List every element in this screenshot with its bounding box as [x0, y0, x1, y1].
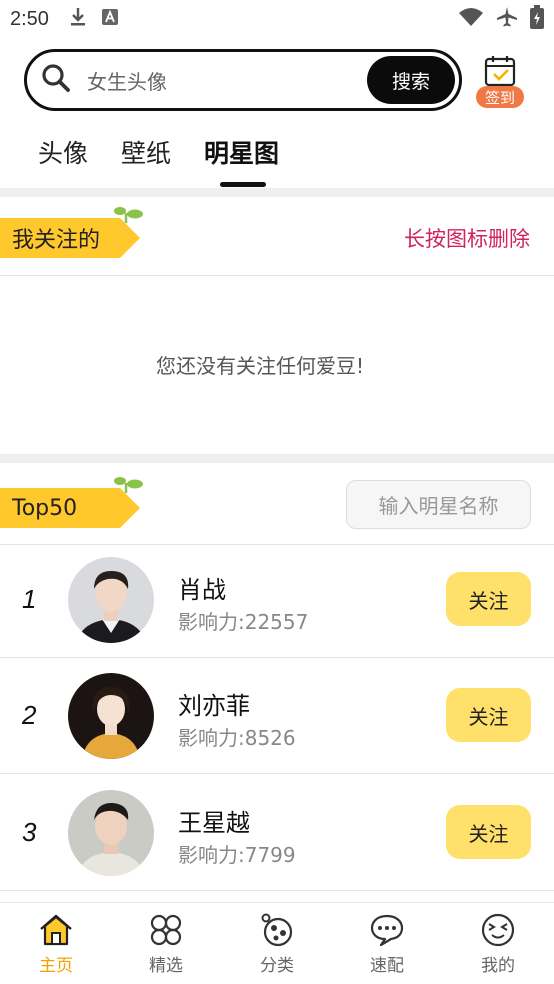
bottom-navigation: 主页 精选 分类 速配 我的: [0, 902, 554, 984]
following-section-title: 我关注的: [0, 218, 140, 258]
avatar[interactable]: [68, 673, 154, 759]
divider: [0, 890, 554, 891]
list-item[interactable]: 2 刘亦菲 影响力:8526 关注: [0, 660, 554, 776]
tab-avatar[interactable]: 头像: [38, 134, 88, 170]
search-input[interactable]: 女生头像 搜索: [24, 49, 462, 111]
influence-score: 影响力:22557: [178, 610, 309, 634]
nav-category[interactable]: 分类: [237, 913, 317, 976]
top50-section-title: Top50: [0, 488, 140, 528]
list-item[interactable]: 3 王星越 影响力:7799 关注: [0, 777, 554, 893]
battery-icon: [530, 5, 544, 33]
nav-mine-label: 我的: [481, 956, 515, 976]
nav-home[interactable]: 主页: [16, 913, 96, 976]
nav-featured[interactable]: 精选: [126, 913, 206, 976]
nav-mine[interactable]: 我的: [458, 913, 538, 976]
airplane-icon: [496, 6, 518, 32]
nav-category-label: 分类: [260, 956, 294, 976]
star-name: 王星越: [178, 809, 250, 837]
long-press-delete-hint: 长按图标删除: [404, 227, 530, 251]
influence-score: 影响力:7799: [178, 843, 296, 867]
sprout-icon: [114, 205, 146, 229]
divider: [0, 773, 554, 774]
section-divider: [0, 454, 554, 463]
tab-star-images[interactable]: 明星图: [204, 134, 279, 170]
nav-match-label: 速配: [370, 956, 404, 976]
nav-home-label: 主页: [39, 956, 73, 976]
search-button[interactable]: 搜索: [367, 56, 455, 104]
influence-score: 影响力:8526: [178, 726, 296, 750]
home-icon: [16, 913, 96, 947]
follow-button[interactable]: 关注: [446, 572, 531, 626]
list-item[interactable]: 1 肖战 影响力:22557 关注: [0, 544, 554, 660]
face-icon: [458, 913, 538, 947]
active-tab-indicator: [220, 182, 266, 187]
search-row: 女生头像 搜索 签到: [24, 48, 534, 114]
following-title-text: 我关注的: [12, 228, 101, 253]
nav-match[interactable]: 速配: [347, 913, 427, 976]
follow-button[interactable]: 关注: [446, 805, 531, 859]
divider: [0, 275, 554, 276]
keyboard-a-icon: [101, 8, 119, 30]
chat-bubble-icon: [347, 913, 427, 947]
star-name: 刘亦菲: [178, 692, 250, 720]
category-tabs: 头像 壁纸 明星图: [0, 124, 554, 188]
search-icon: [41, 63, 71, 97]
sprout-icon: [114, 475, 146, 499]
download-icon: [69, 7, 87, 31]
star-name: 肖战: [178, 576, 226, 604]
tab-wallpaper[interactable]: 壁纸: [121, 134, 171, 170]
section-divider: [0, 188, 554, 197]
rank-number: 1: [22, 584, 37, 614]
checkin-label: 签到: [476, 86, 524, 108]
top50-title-text: Top50: [12, 495, 78, 521]
empty-following-message: 您还没有关注任何爱豆!: [155, 354, 365, 378]
category-icon: [237, 913, 317, 947]
nav-featured-label: 精选: [149, 956, 183, 976]
checkin-button[interactable]: 签到: [476, 52, 526, 110]
divider: [0, 657, 554, 658]
follow-button[interactable]: 关注: [446, 688, 531, 742]
wifi-icon: [458, 7, 484, 31]
rank-number: 2: [22, 700, 37, 730]
avatar[interactable]: [68, 557, 154, 643]
avatar[interactable]: [68, 790, 154, 876]
status-bar: 2:50: [0, 0, 554, 38]
clover-icon: [126, 913, 206, 947]
star-search-input[interactable]: 输入明星名称: [346, 480, 531, 529]
status-time: 2:50: [10, 7, 49, 30]
rank-number: 3: [22, 817, 37, 847]
